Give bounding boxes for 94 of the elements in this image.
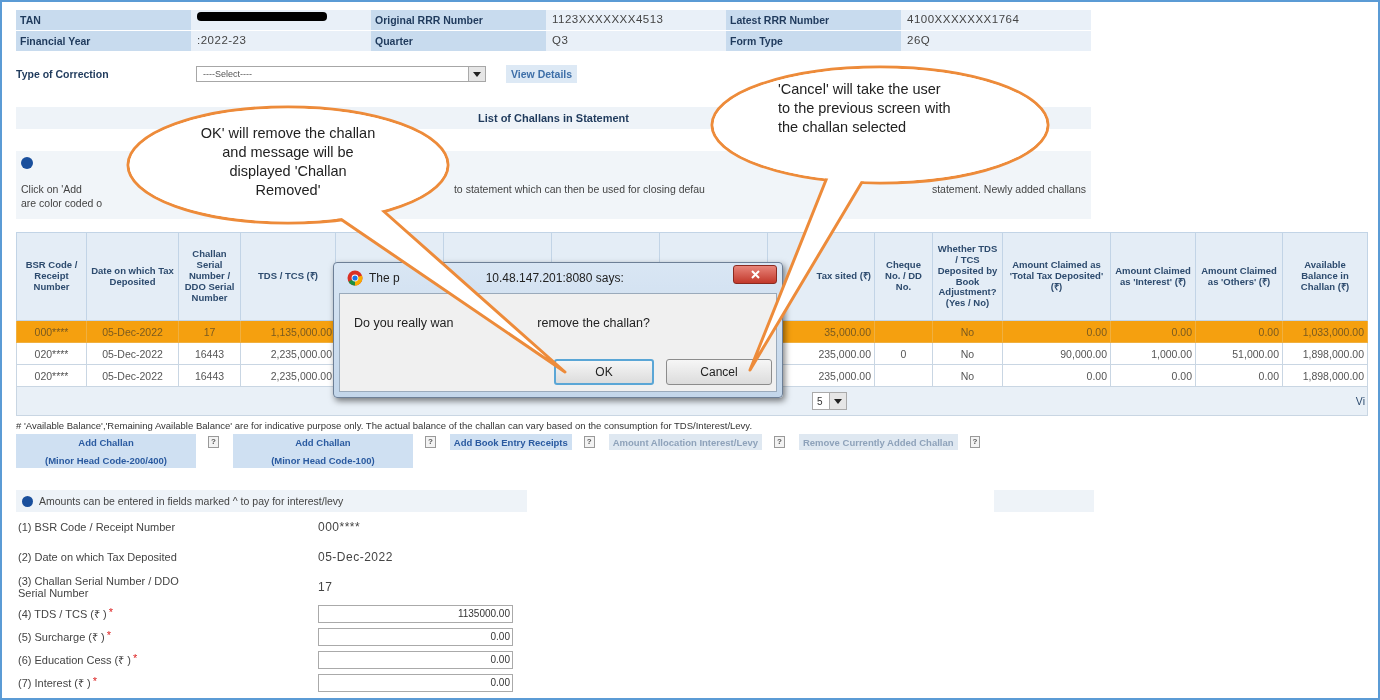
input-field[interactable]: 0.00 [318, 627, 513, 646]
round-logo-icon [347, 270, 363, 286]
required-mark: * [133, 652, 138, 664]
dialog-title: The p [369, 271, 400, 285]
table-cell: 17 [178, 320, 241, 343]
field-value: 26Q [901, 31, 1091, 51]
close-icon [750, 269, 760, 279]
column-header: Date on which Tax Deposited [86, 232, 179, 321]
table-cell: 1,033,000.00 [1282, 320, 1368, 343]
field-value: 000**** [318, 520, 361, 534]
info-icon [22, 495, 33, 507]
select-dropdown[interactable]: ----Select---- [196, 66, 486, 82]
table-cell: 90,000.00 [1002, 342, 1111, 365]
column-header: TDS / TCS (₹) [240, 232, 336, 321]
field-label: (2) Date on which Tax Deposited [18, 551, 177, 563]
ok-button[interactable]: OK [554, 359, 654, 385]
table-cell: 0 [874, 342, 933, 365]
action-button[interactable]: Add Challan (Minor Head Code-200/400) [16, 434, 196, 468]
table-cell: 16443 [178, 364, 241, 387]
field-label: (3) Challan Serial Number / DDO Serial Number [18, 575, 180, 599]
field-label: TAN [16, 10, 191, 30]
table-cell: 1,000.00 [1110, 342, 1196, 365]
info-text: are color coded o [21, 197, 103, 211]
field-value: :2022-23 [191, 31, 371, 51]
field-label: (1) BSR Code / Receipt Number [18, 521, 176, 533]
table-cell: 0.00 [1195, 320, 1283, 343]
callout-text: 'Cancel' will take the user to the previous screen with the challan selected [778, 80, 952, 137]
cancel-button[interactable]: Cancel [666, 359, 772, 385]
action-button[interactable]: Add Book Entry Receipts [449, 434, 572, 450]
column-header: BSR Code / Receipt Number [16, 232, 87, 321]
table-cell: No [932, 364, 1003, 387]
table-cell: 05-Dec-2022 [86, 364, 179, 387]
footnote-text: # 'Available Balance','Remaining Available Balance' are for indicative purpose only. The actual balance of the challan can vary based on the consumption for TDS/Interest/Levy. [16, 420, 754, 431]
table-cell: 05-Dec-2022 [86, 320, 179, 343]
required-mark: * [92, 675, 97, 687]
table-cell: 0.00 [1110, 364, 1196, 387]
table-cell: 020**** [16, 342, 87, 365]
info-text: Amounts can be entered in fields marked ^ to pay for interest/levy [39, 495, 344, 507]
required-mark: * [106, 629, 111, 641]
table-cell: 1,898,000.00 [1282, 342, 1368, 365]
help-button[interactable]: ? [208, 436, 219, 448]
field-value: Q3 [546, 31, 726, 51]
column-header: Challan Serial Number / DDO Serial Number [178, 232, 241, 321]
field-value: 4100XXXXXXX1764 [901, 10, 1091, 30]
table-cell: 16443 [178, 342, 241, 365]
column-header: Cheque No. / DD No. [874, 232, 933, 321]
field-value: 17 [318, 580, 333, 594]
table-cell: 000**** [16, 320, 87, 343]
input-field[interactable]: 1135000.00 [318, 604, 513, 623]
field-label: Original RRR Number [371, 10, 546, 30]
dialog-message: Do you really wan [354, 316, 454, 332]
info-text: to statement which can then be used for closing defau [453, 183, 705, 197]
info-text: Click on 'Add [21, 183, 82, 197]
table-cell: 020**** [16, 364, 87, 387]
link[interactable]: Vi [1355, 395, 1365, 407]
close-button[interactable] [733, 264, 777, 284]
field-label: (5) Surcharge (₹ ) [18, 630, 105, 644]
page-size-select[interactable]: 5 [812, 392, 847, 410]
view-details-button[interactable]: View Details [506, 65, 578, 83]
column-header: Amount Claimed as 'Others' (₹) [1195, 232, 1283, 321]
table-cell: 0.00 [1110, 320, 1196, 343]
callout-text: OK' will remove the challan and message will be displayed 'Challan Removed' [199, 124, 377, 200]
field-label: (6) Education Cess (₹ ) [18, 653, 131, 667]
help-button[interactable]: ? [583, 436, 595, 448]
table-cell: No [932, 342, 1003, 365]
column-header: Available Balance in Challan (₹) [1282, 232, 1368, 321]
table-cell: 0.00 [1195, 364, 1283, 387]
input-field[interactable]: 0.00 [318, 650, 513, 669]
column-header: Amount Claimed as 'Total Tax Deposited' (₹) [1002, 232, 1111, 321]
field-label: Form Type [726, 31, 901, 51]
table-cell: 0.00 [1002, 364, 1111, 387]
field-label: Financial Year [16, 31, 191, 51]
field-value: 1123XXXXXXX4513 [546, 10, 726, 30]
field-value: 05-Dec-2022 [318, 550, 393, 564]
field-label: Latest RRR Number [726, 10, 901, 30]
field-label: Quarter [371, 31, 546, 51]
table-cell: 0.00 [1002, 320, 1111, 343]
field-label: Type of Correction [16, 68, 110, 80]
table-cell: No [932, 320, 1003, 343]
field-label: (4) TDS / TCS (₹ ) [18, 607, 107, 621]
table-cell: 51,000.00 [1195, 342, 1283, 365]
info-icon [21, 157, 33, 169]
dialog-title: 10.48.147.201:8080 says: [485, 271, 624, 285]
required-mark: * [108, 606, 113, 618]
column-header: Amount Claimed as 'Interest' (₹) [1110, 232, 1196, 321]
info-text: statement. Newly added challans [931, 183, 1086, 197]
help-button[interactable]: ? [424, 436, 436, 448]
table-cell: 05-Dec-2022 [86, 342, 179, 365]
field-label: (7) Interest (₹ ) [18, 676, 91, 690]
dialog-message: remove the challan? [537, 316, 650, 332]
action-button[interactable]: Add Challan (Minor Head Code-100) [232, 434, 413, 468]
table-cell: 1,898,000.00 [1282, 364, 1368, 387]
column-header: Whether TDS / TCS Deposited by Book Adjustment? (Yes / No) [932, 232, 1003, 321]
input-field[interactable]: 0.00 [318, 673, 513, 692]
